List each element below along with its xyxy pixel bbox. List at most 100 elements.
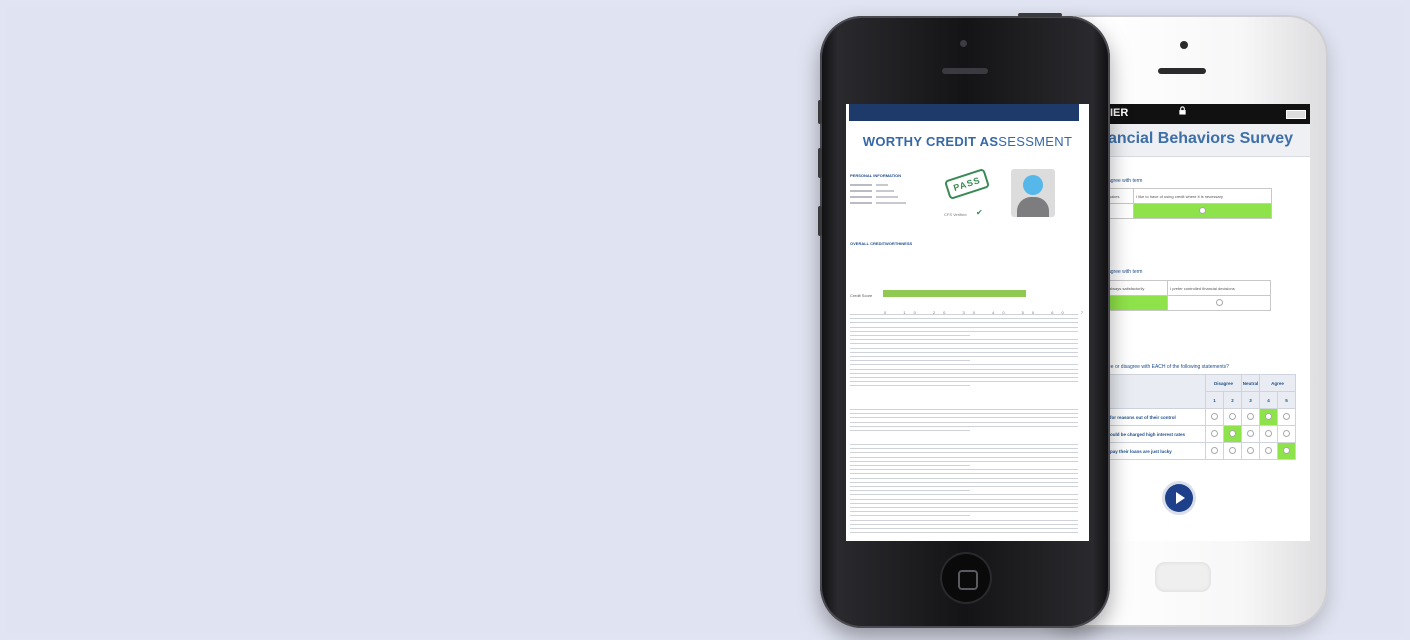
likert-scale-2: 2 — [1223, 391, 1242, 409]
speaker-grille — [942, 68, 988, 74]
home-square-icon — [958, 570, 978, 590]
survey-header: ancial Behaviors Survey — [1106, 124, 1310, 157]
text-line — [850, 339, 1078, 341]
likert-group-neutral: Neutral — [1241, 374, 1260, 392]
likert-scale-5: 5 — [1277, 391, 1296, 409]
home-button[interactable] — [1155, 562, 1211, 592]
survey-screen: IER ancial Behaviors Survey agree with t… — [1106, 104, 1310, 541]
text-line — [850, 409, 1078, 410]
likert-radio[interactable] — [1205, 442, 1224, 460]
likert-radio-selected[interactable] — [1259, 408, 1278, 426]
text-line — [850, 528, 1078, 529]
text-line — [850, 444, 1078, 445]
question-1-choice-b-selected[interactable] — [1133, 203, 1272, 219]
question-1-option-b: I like to have of using credit where it … — [1133, 188, 1272, 204]
personal-info-heading: PERSONAL INFORMATION — [850, 173, 902, 178]
status-bar: IER — [1106, 104, 1310, 124]
info-value-line — [876, 196, 898, 198]
text-line — [850, 452, 1078, 454]
text-line — [850, 481, 1078, 483]
likert-group-agree: Agree — [1259, 374, 1296, 392]
likert-corner — [1106, 374, 1206, 409]
likert-radio[interactable] — [1277, 408, 1296, 426]
overall-heading: OVERALL CREDITWORTHINESS — [850, 241, 913, 246]
score-bar — [883, 290, 1026, 297]
likert-radio[interactable] — [1241, 408, 1260, 426]
likert-radio[interactable] — [1241, 425, 1260, 443]
text-line — [850, 385, 970, 387]
question-3-text: ee or disagree with EACH of the followin… — [1108, 364, 1229, 370]
likert-radio-selected[interactable] — [1277, 442, 1296, 460]
text-line — [850, 486, 1078, 487]
question-1-choice-a[interactable] — [1106, 203, 1134, 219]
info-value-line — [876, 202, 906, 204]
score-tick: 70 — [1081, 310, 1089, 315]
question-2-choice-a-selected[interactable] — [1106, 295, 1168, 311]
avatar — [1011, 169, 1055, 217]
text-line — [850, 347, 1078, 349]
assessment-screen: WORTHY CREDIT ASSESSMENT PERSONAL INFORM… — [846, 104, 1089, 541]
likert-scale-1: 1 — [1205, 391, 1224, 409]
text-line — [850, 318, 1078, 320]
likert-scale-4: 4 — [1259, 391, 1278, 409]
likert-radio[interactable] — [1223, 408, 1242, 426]
likert-radio[interactable] — [1241, 442, 1260, 460]
text-line — [850, 460, 1078, 462]
checkmark-icon: ✔ — [976, 208, 983, 217]
document-title: WORTHY CREDIT ASSESSMENT — [846, 134, 1089, 149]
text-line — [850, 360, 970, 362]
info-label-line — [850, 184, 872, 186]
text-line — [850, 314, 1078, 315]
likert-radio[interactable] — [1277, 425, 1296, 443]
likert-row-label: pay their loans are just lucky — [1106, 442, 1206, 460]
speaker-grille — [1158, 68, 1206, 74]
text-line — [850, 335, 970, 336]
likert-row-label: ould be charged high interest rates — [1106, 425, 1206, 443]
likert-scale-3: 3 — [1241, 391, 1260, 409]
mute-switch[interactable] — [818, 100, 822, 124]
volume-down-button[interactable] — [818, 206, 822, 236]
text-line — [850, 364, 1078, 366]
text-line — [850, 356, 1078, 357]
text-line — [850, 330, 1078, 332]
text-line — [850, 417, 1078, 419]
document-title-thin: SESSMENT — [998, 134, 1073, 149]
document-title-bold: WORTHY CREDIT AS — [862, 134, 999, 149]
volume-up-button[interactable] — [818, 148, 822, 178]
text-line — [850, 421, 1078, 423]
likert-radio[interactable] — [1259, 425, 1278, 443]
text-line — [850, 502, 1078, 504]
text-line — [850, 368, 1078, 370]
sleep-button[interactable] — [1018, 13, 1062, 17]
text-line — [850, 322, 1078, 324]
likert-radio[interactable] — [1223, 442, 1242, 460]
question-2-choice-b[interactable] — [1167, 295, 1271, 311]
likert-radio[interactable] — [1205, 408, 1224, 426]
text-line — [850, 377, 1078, 378]
info-value-line — [876, 190, 894, 192]
text-line — [850, 532, 1078, 534]
text-line — [850, 477, 1078, 479]
likert-row: ould be charged high interest rates — [1106, 425, 1296, 443]
avatar-head — [1023, 175, 1043, 195]
next-arrow-button[interactable] — [1165, 484, 1193, 512]
text-line — [850, 507, 1078, 508]
text-line — [850, 425, 1078, 427]
text-line — [850, 490, 970, 492]
likert-row-label: for reasons out of their control — [1106, 408, 1206, 426]
info-label-line — [850, 202, 872, 204]
lock-icon — [1179, 106, 1186, 115]
likert-radio[interactable] — [1205, 425, 1224, 443]
text-line — [850, 519, 1078, 521]
carrier-label: IER — [1110, 107, 1129, 119]
likert-radio-selected[interactable] — [1223, 425, 1242, 443]
text-line — [850, 372, 1078, 374]
text-line — [850, 515, 970, 517]
info-label-line — [850, 190, 872, 192]
question-1-option-a: sakes — [1106, 188, 1134, 204]
info-label-line — [850, 196, 872, 198]
text-line — [850, 498, 1078, 500]
document-header-bar — [849, 104, 1079, 121]
text-line — [850, 473, 1078, 475]
likert-radio[interactable] — [1259, 442, 1278, 460]
